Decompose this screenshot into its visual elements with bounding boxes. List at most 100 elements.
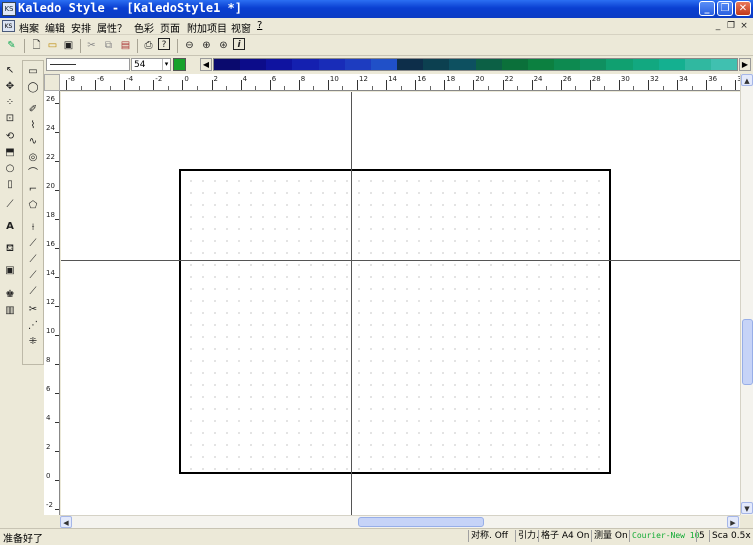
select-arrow-icon[interactable]: ↖ (3, 64, 17, 78)
doc-close-button[interactable]: × (738, 20, 750, 32)
paste-icon[interactable]: ▤ (118, 38, 133, 53)
palette-swatch[interactable] (554, 59, 581, 70)
break-node-icon[interactable]: ⟋ (26, 269, 40, 283)
polyline-tool-icon[interactable]: ⌇ (26, 119, 40, 133)
scroll-left-icon[interactable]: ◀ (60, 516, 72, 528)
app-help-icon[interactable]: ✎ (4, 38, 19, 53)
info-icon[interactable]: i (233, 38, 245, 50)
app-logo-icon[interactable]: KS (2, 2, 16, 16)
ellipse-tool-icon[interactable]: ◯ (26, 81, 40, 95)
scroll-right-icon[interactable]: ▶ (727, 516, 739, 528)
horizontal-ruler[interactable]: -8 -6 -4 -2 0 2 4 6 8 10 12 14 16 18 20 22 24 26 28 30 32 34 3… (60, 74, 740, 91)
palette-swatch[interactable] (684, 59, 711, 70)
palette-scroll-right-icon[interactable]: ▶ (739, 58, 751, 71)
status-grid[interactable]: 格子 A4 On (538, 530, 590, 542)
knife-icon[interactable]: ⋰ (26, 319, 40, 333)
zoom-tool-icon[interactable]: ○ (3, 162, 17, 176)
node-select-icon[interactable]: ⁘ (3, 96, 17, 110)
menu-edit[interactable]: 编辑 (45, 20, 65, 35)
fill-color-swatch[interactable] (173, 58, 186, 71)
scroll-up-icon[interactable]: ▲ (741, 74, 753, 86)
palette-swatch[interactable] (475, 59, 502, 70)
palette-scroll-left-icon[interactable]: ◀ (200, 58, 212, 71)
palette-swatch[interactable] (397, 59, 424, 70)
transform-icon[interactable]: ⬒ (3, 146, 17, 160)
help-icon[interactable]: ? (158, 38, 170, 50)
open-icon[interactable]: ▭ (45, 38, 60, 53)
page-tool-icon[interactable]: ▯ (3, 178, 17, 192)
bezier-tool-icon[interactable]: ∿ (26, 135, 40, 149)
new-icon[interactable]: 🗋 (29, 38, 44, 53)
zoom-fit-icon[interactable]: ⊛ (216, 38, 231, 53)
menu-color[interactable]: 色彩 (134, 20, 154, 35)
line-style-field[interactable] (46, 58, 130, 71)
polygon-tool-icon[interactable]: ⬠ (26, 199, 40, 213)
zoom-out-icon[interactable]: ⊖ (182, 38, 197, 53)
palette-swatch[interactable] (449, 59, 476, 70)
text-tool-icon[interactable]: A (3, 220, 17, 234)
status-scale[interactable]: Sca 0.5x (709, 530, 753, 542)
menu-attributes[interactable]: 属性？ (97, 20, 127, 35)
crop-icon[interactable]: ⊡ (3, 112, 17, 126)
menu-page[interactable]: 页面 (160, 20, 180, 35)
horizontal-scroll-thumb[interactable] (358, 517, 484, 527)
vertical-guide-line[interactable] (351, 92, 352, 515)
page-frame[interactable] (179, 169, 611, 474)
palette-swatch[interactable] (710, 59, 738, 70)
palette-swatch[interactable] (370, 59, 398, 70)
palette-swatch[interactable] (292, 59, 319, 70)
palette-swatch[interactable] (318, 59, 345, 70)
add-node-icon[interactable]: ⟊ (26, 221, 40, 235)
palette-swatch[interactable] (266, 59, 293, 70)
fill-tool-icon[interactable]: ⛾ (3, 242, 17, 256)
doc-minimize-button[interactable]: _ (712, 20, 724, 32)
minimize-button[interactable]: _ (699, 1, 715, 16)
rectangle-tool-icon[interactable]: ▭ (26, 65, 40, 79)
document-icon[interactable]: KS (2, 20, 15, 32)
status-font[interactable]: Courier-New 10 (629, 530, 699, 542)
close-button[interactable]: ✕ (735, 1, 751, 16)
palette-swatch[interactable] (606, 59, 633, 70)
curve-tool-icon[interactable]: ⌒ (26, 167, 40, 181)
image-tool-icon[interactable]: ▣ (3, 264, 17, 278)
menu-help[interactable]: ? (257, 20, 262, 31)
smooth-node-icon[interactable]: ⟋ (26, 285, 40, 299)
vertical-ruler[interactable]: 26 24 22 20 18 16 14 12 10 8 6 4 2 0 -2 (44, 91, 60, 515)
horizontal-guide-line[interactable] (61, 260, 740, 261)
menu-window[interactable]: 视窗 (231, 20, 251, 35)
size-dropdown-icon[interactable]: ▾ (162, 59, 170, 70)
palette-swatch[interactable] (240, 59, 267, 70)
rotate-icon[interactable]: ⟲ (3, 130, 17, 144)
status-snap[interactable]: 对称. Off (468, 530, 514, 542)
palette-swatch[interactable] (501, 59, 528, 70)
palette-swatch[interactable] (214, 59, 241, 70)
menu-extras[interactable]: 附加项目 (187, 20, 227, 35)
join-node-icon[interactable]: ⟋ (26, 253, 40, 267)
palette-swatch[interactable] (658, 59, 685, 70)
pen-tool-icon[interactable]: ✐ (26, 103, 40, 117)
palette-swatch[interactable] (423, 59, 450, 70)
palette-swatch[interactable] (344, 59, 371, 70)
drawing-canvas[interactable] (61, 92, 740, 515)
doc-restore-button[interactable]: ❐ (725, 20, 737, 32)
horizontal-scrollbar[interactable]: ◀ ▶ (60, 515, 740, 528)
pattern-icon[interactable]: ▥ (3, 304, 17, 318)
eyedropper-icon[interactable]: ♚ (3, 288, 17, 302)
vertical-scroll-thumb[interactable] (742, 319, 753, 385)
menu-file[interactable]: 档案 (19, 20, 39, 35)
delete-node-icon[interactable]: ⟋ (26, 237, 40, 251)
zoom-in-icon[interactable]: ⊕ (199, 38, 214, 53)
menu-arrange[interactable]: 安排 (71, 20, 91, 35)
maximize-button[interactable]: ❐ (717, 1, 733, 16)
palette-swatch[interactable] (580, 59, 607, 70)
corner-tool-icon[interactable]: ⌐ (26, 183, 40, 197)
status-measure[interactable]: 测量 On (591, 530, 628, 542)
save-icon[interactable]: ▣ (61, 38, 76, 53)
print-icon[interactable]: ⎙ (141, 38, 156, 53)
scroll-down-icon[interactable]: ▼ (741, 502, 753, 514)
palette-swatch[interactable] (527, 59, 555, 70)
vertical-scrollbar[interactable]: ▲ ▼ (740, 74, 753, 515)
move-icon[interactable]: ✥ (3, 80, 17, 94)
palette-swatch[interactable] (632, 59, 659, 70)
color-palette[interactable] (213, 58, 738, 71)
